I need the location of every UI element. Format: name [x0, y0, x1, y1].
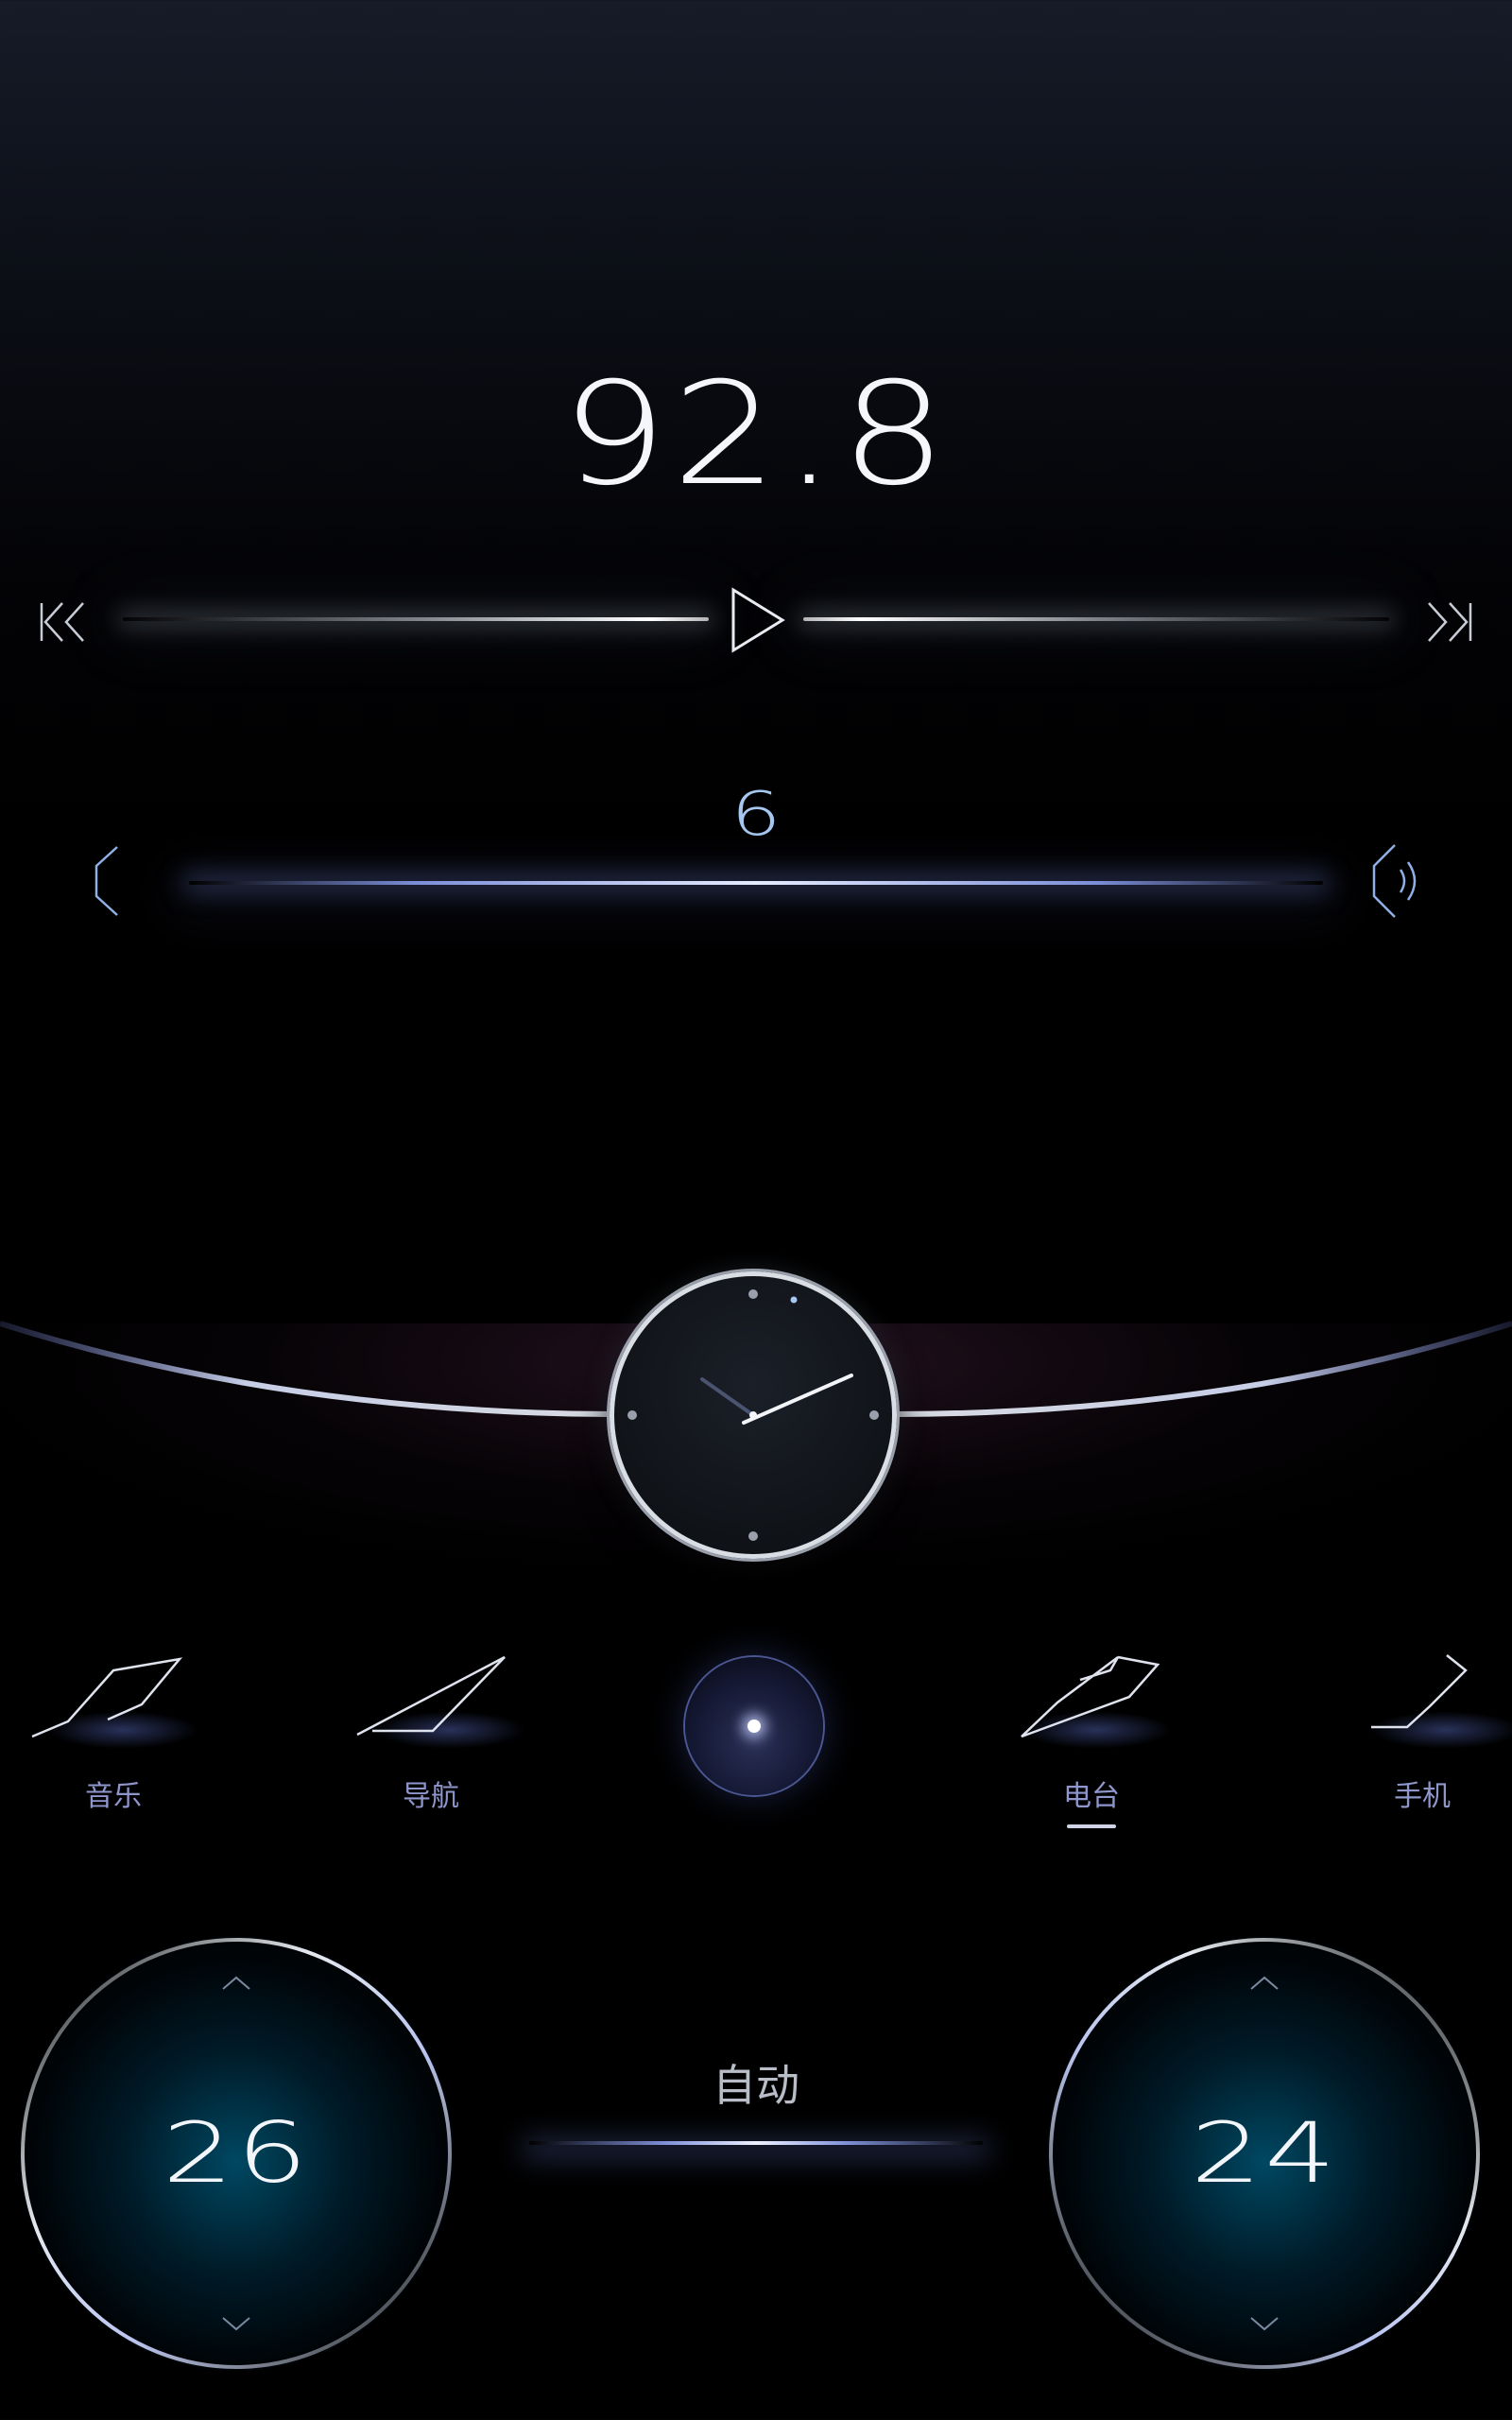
previous-station-button[interactable] — [34, 596, 91, 648]
nav-item-radio[interactable]: 电台 — [988, 1631, 1195, 1839]
clock-face — [627, 1289, 879, 1541]
phone-icon — [1371, 1654, 1468, 1729]
navigation-icon — [356, 1655, 506, 1737]
skip-forward-icon — [1428, 602, 1472, 642]
left-temp-down-icon[interactable] — [217, 2314, 255, 2335]
seek-track-left[interactable] — [123, 617, 709, 621]
left-temperature-value: 26 — [162, 2104, 311, 2202]
nav-item-navigation[interactable]: 导航 — [327, 1631, 535, 1839]
seek-track-right[interactable] — [803, 617, 1389, 621]
radio-icon — [1021, 1655, 1160, 1738]
volume-speaker-button[interactable] — [1368, 841, 1425, 921]
volume-slider[interactable] — [189, 881, 1323, 885]
right-temp-up-icon[interactable] — [1246, 1972, 1283, 1993]
play-icon — [731, 587, 785, 653]
chevron-left-icon — [94, 846, 118, 916]
nav-item-phone[interactable]: 手机 — [1318, 1631, 1512, 1839]
music-icon — [31, 1657, 183, 1738]
volume-level: 6 — [730, 780, 782, 850]
left-temperature-dial[interactable]: 26 — [19, 1936, 454, 2371]
home-indicator-dot — [747, 1720, 761, 1733]
volume-down-button[interactable] — [87, 843, 125, 919]
nav-label-radio: 电台 — [1063, 1780, 1120, 1813]
right-temp-down-icon[interactable] — [1246, 2314, 1283, 2335]
nav-item-music[interactable]: 音乐 — [9, 1631, 217, 1839]
speaker-icon — [1372, 844, 1417, 918]
nav-label-navigation: 导航 — [403, 1780, 459, 1813]
skip-back-icon — [40, 602, 84, 642]
nav-label-music: 音乐 — [85, 1780, 142, 1813]
radio-frequency: 92.8 — [560, 353, 952, 517]
play-button[interactable] — [726, 584, 786, 656]
left-temp-up-icon[interactable] — [217, 1972, 255, 1993]
right-temperature-dial[interactable]: 24 — [1047, 1936, 1482, 2371]
active-tab-indicator — [1067, 1824, 1116, 1828]
nav-label-phone: 手机 — [1394, 1780, 1451, 1813]
next-station-button[interactable] — [1421, 596, 1478, 648]
analog-clock — [610, 1271, 897, 1559]
climate-mode-line — [529, 2141, 983, 2145]
right-temperature-value: 24 — [1190, 2104, 1339, 2202]
